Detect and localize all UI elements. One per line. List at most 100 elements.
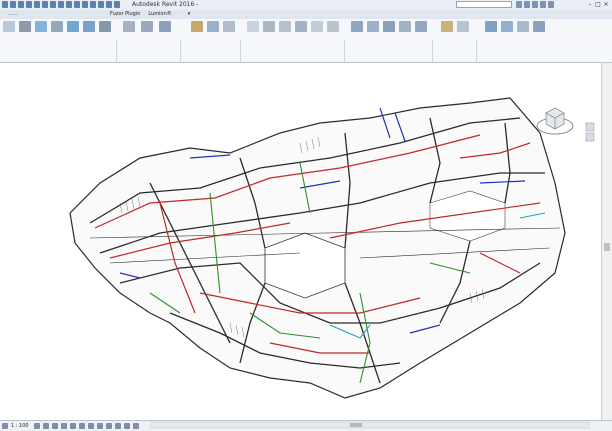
communication-icon[interactable] [532, 1, 538, 8]
area-boundary-button[interactable] [310, 21, 324, 49]
level-button[interactable] [440, 21, 454, 49]
ribbon-toggle-icon[interactable]: ▾ [184, 10, 195, 19]
sun-path-icon[interactable] [51, 423, 58, 429]
save-icon[interactable] [18, 1, 24, 8]
grid-button[interactable] [456, 21, 470, 49]
lock-icon[interactable] [96, 423, 103, 429]
text-icon[interactable] [66, 1, 72, 8]
ramp-icon [141, 21, 153, 32]
show-workplane-button[interactable] [500, 21, 514, 49]
info-center-icons [516, 1, 554, 8]
tag-area-button[interactable] [326, 21, 340, 49]
scroll-thumb[interactable] [604, 243, 610, 251]
set-workplane-button[interactable] [484, 21, 498, 49]
search-input[interactable] [456, 1, 512, 8]
open-icon[interactable] [10, 1, 16, 8]
dormer-button[interactable] [414, 21, 428, 49]
temporary-hide-icon[interactable] [105, 423, 112, 429]
section-icon[interactable] [82, 1, 88, 8]
visual-style-icon[interactable] [42, 423, 49, 429]
subscription-icon[interactable] [524, 1, 530, 8]
wall-button[interactable] [18, 21, 32, 49]
print-icon[interactable] [42, 1, 48, 8]
by-face-button[interactable] [350, 21, 364, 49]
curtain-system-button[interactable] [66, 21, 80, 49]
level-icon [441, 21, 453, 32]
vertical-button[interactable] [398, 21, 412, 49]
switch-windows-icon[interactable] [106, 1, 112, 8]
view-cube-icon[interactable] [536, 107, 574, 135]
undo-icon[interactable] [26, 1, 32, 8]
default-3d-view-icon[interactable] [74, 1, 80, 8]
maximize-button[interactable]: □ [594, 0, 602, 9]
ramp-button[interactable] [140, 21, 154, 49]
show-crop-icon[interactable] [87, 423, 94, 429]
curtain-grid-button[interactable] [82, 21, 96, 49]
app-menu-icon[interactable] [2, 1, 8, 8]
model-icon [51, 21, 63, 32]
quick-access-toolbar [2, 1, 120, 8]
window-title: Autodesk Revit 2016 - [132, 1, 199, 8]
tag-icon[interactable] [58, 1, 64, 8]
analytical-model-icon[interactable] [123, 423, 130, 429]
close-hidden-windows-icon[interactable] [98, 1, 104, 8]
wall-opening-button[interactable] [382, 21, 396, 49]
favorites-icon[interactable] [540, 1, 546, 8]
detail-level-icon[interactable] [33, 423, 40, 429]
stair-icon [159, 21, 171, 32]
room-separator-icon [263, 21, 275, 32]
room-button[interactable] [246, 21, 260, 49]
user-icon[interactable] [548, 1, 554, 8]
zoom-icon[interactable] [585, 132, 595, 142]
model-group-button[interactable] [222, 21, 236, 49]
steering-wheel-icon[interactable] [585, 122, 595, 132]
grid-icon [457, 21, 469, 32]
tab-active[interactable] [8, 14, 18, 15]
horizontal-scrollbar[interactable] [150, 421, 590, 429]
ref-plane-icon [517, 21, 529, 32]
tab-lumion[interactable]: Lumion® [144, 10, 175, 19]
mullion-button[interactable] [98, 21, 112, 49]
shadows-icon[interactable] [60, 423, 67, 429]
curtain-wall-button[interactable] [34, 21, 48, 49]
3d-model-view[interactable] [0, 63, 602, 420]
area-button[interactable] [294, 21, 308, 49]
model-line-button[interactable] [206, 21, 220, 49]
stair-button[interactable] [158, 21, 172, 49]
shaft-icon [367, 21, 379, 32]
modify-icon [3, 21, 15, 32]
render-icon[interactable] [69, 423, 76, 429]
scroll-thumb[interactable] [350, 423, 362, 427]
reveal-hidden-icon[interactable] [114, 423, 121, 429]
set-workplane-icon [485, 21, 497, 32]
model-text-button[interactable] [190, 21, 204, 49]
highlight-displacement-icon[interactable] [132, 423, 139, 429]
tab-fuzor-plugin[interactable]: Fuzor Plugin [106, 10, 144, 19]
modify-button[interactable] [2, 21, 16, 49]
room-separator-button[interactable] [262, 21, 276, 49]
vertical-scrollbar[interactable] [601, 63, 612, 420]
railing-button[interactable] [122, 21, 136, 49]
customize-toolbar-icon[interactable] [114, 1, 120, 8]
shaft-button[interactable] [366, 21, 380, 49]
thin-lines-icon[interactable] [90, 1, 96, 8]
measure-icon[interactable] [50, 1, 56, 8]
view-canvas[interactable] [0, 63, 602, 420]
wall-icon [19, 21, 31, 32]
window-controls: – □ × [586, 0, 610, 9]
room-icon [247, 21, 259, 32]
viewer-button[interactable] [532, 21, 546, 49]
by-face-icon [351, 21, 363, 32]
view-scale[interactable]: 1 : 100 [11, 423, 29, 429]
view-icon[interactable] [2, 423, 8, 429]
close-button[interactable]: × [602, 0, 610, 9]
minimize-button[interactable]: – [586, 0, 594, 9]
redo-icon[interactable] [34, 1, 40, 8]
crop-icon[interactable] [78, 423, 85, 429]
ref-plane-button[interactable] [516, 21, 530, 49]
mullion-icon [99, 21, 111, 32]
model-button[interactable] [50, 21, 64, 49]
area-boundary-icon [311, 21, 323, 32]
tag-room-button[interactable] [278, 21, 292, 49]
search-icon[interactable] [516, 1, 522, 8]
